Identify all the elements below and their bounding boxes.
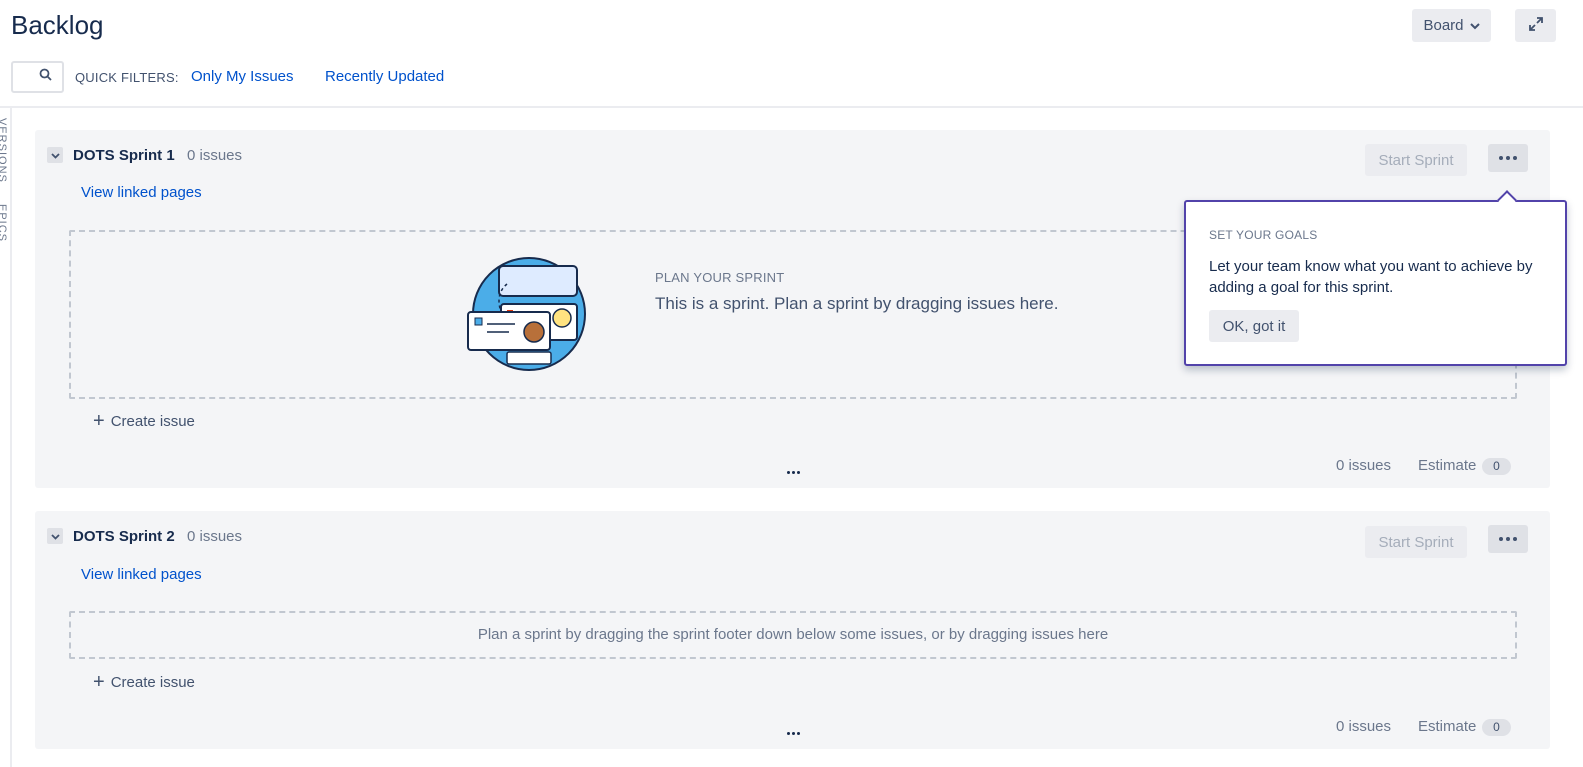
sprint-2-footer-handle[interactable] [787, 732, 800, 735]
plan-sprint-text: This is a sprint. Plan a sprint by dragg… [655, 294, 1059, 313]
side-tab-versions[interactable]: VERSIONS [0, 118, 8, 183]
sprint-2-drop-text: Plan a sprint by dragging the sprint foo… [477, 626, 1109, 643]
expand-icon [1528, 17, 1543, 34]
more-icon [1499, 156, 1517, 160]
filter-only-my-issues[interactable]: Only My Issues [191, 68, 294, 85]
quick-filters-label: QUICK FILTERS: [75, 70, 179, 85]
side-tab-epics[interactable]: EPICS [0, 204, 8, 242]
page-title: Backlog [11, 10, 104, 40]
sprint-2-footer-count: 0 issues [1336, 718, 1392, 735]
plan-sprint-title: PLAN YOUR SPRINT [655, 270, 785, 285]
more-icon [1499, 537, 1517, 541]
search-icon [39, 68, 52, 86]
create-issue-label: Create issue [110, 412, 195, 430]
search-input[interactable] [11, 61, 64, 93]
sprint-1-toggle[interactable] [47, 147, 63, 163]
sprint-2-issue-count: 0 issues [187, 528, 243, 545]
chevron-down-icon [50, 527, 60, 545]
create-issue-label: Create issue [110, 673, 195, 691]
sprint-2-more-button[interactable] [1488, 525, 1528, 553]
sprint-2-view-linked-pages[interactable]: View linked pages [81, 566, 202, 583]
sprint-2-toggle[interactable] [47, 528, 63, 544]
backlog-page: Backlog Board QUICK FILTERS: Only My Iss… [0, 0, 1583, 767]
sprint-2-name: DOTS Sprint 2 [73, 528, 175, 545]
sprint-2-drop-zone[interactable]: Plan a sprint by dragging the sprint foo… [69, 611, 1517, 659]
sprint-1-estimate-label: Estimate [1418, 457, 1477, 474]
sprint-1-footer-count: 0 issues [1336, 457, 1392, 474]
chevron-down-icon [1469, 17, 1480, 34]
sprint-1-start-button[interactable]: Start Sprint [1365, 144, 1467, 176]
sprint-1-create-issue[interactable]: + Create issue [93, 411, 195, 431]
board-dropdown-button[interactable]: Board [1412, 9, 1491, 42]
sprint-2-estimate-label: Estimate [1418, 718, 1477, 735]
sprint-1-view-linked-pages[interactable]: View linked pages [81, 184, 202, 201]
sprint-2-estimate-badge: 0 [1482, 719, 1511, 736]
plus-icon: + [93, 671, 105, 693]
popover-title: SET YOUR GOALS [1209, 228, 1318, 242]
sprint-1-name: DOTS Sprint 1 [73, 147, 175, 164]
sprint-2-create-issue[interactable]: + Create issue [93, 672, 195, 692]
chevron-down-icon [50, 146, 60, 164]
plus-icon: + [93, 410, 105, 432]
sprint-2-container: DOTS Sprint 2 0 issues View linked pages… [35, 511, 1550, 749]
filter-recently-updated[interactable]: Recently Updated [325, 68, 444, 85]
sprint-1-estimate-badge: 0 [1482, 458, 1511, 475]
set-goals-popover: SET YOUR GOALS Let your team know what y… [1184, 190, 1567, 366]
fullscreen-button[interactable] [1515, 9, 1556, 42]
sprint-2-start-button[interactable]: Start Sprint [1365, 526, 1467, 558]
sprint-1-issue-count: 0 issues [187, 147, 243, 164]
sprint-1-footer-handle[interactable] [787, 471, 800, 474]
header-divider [0, 106, 1583, 108]
sprint-illustration [467, 254, 587, 374]
popover-body: Let your team know what you want to achi… [1209, 258, 1533, 296]
sprint-1-more-button[interactable] [1488, 144, 1528, 172]
popover-ok-button[interactable]: OK, got it [1209, 310, 1299, 342]
side-rail: VERSIONS EPICS [0, 108, 12, 767]
board-label: Board [1423, 17, 1464, 34]
